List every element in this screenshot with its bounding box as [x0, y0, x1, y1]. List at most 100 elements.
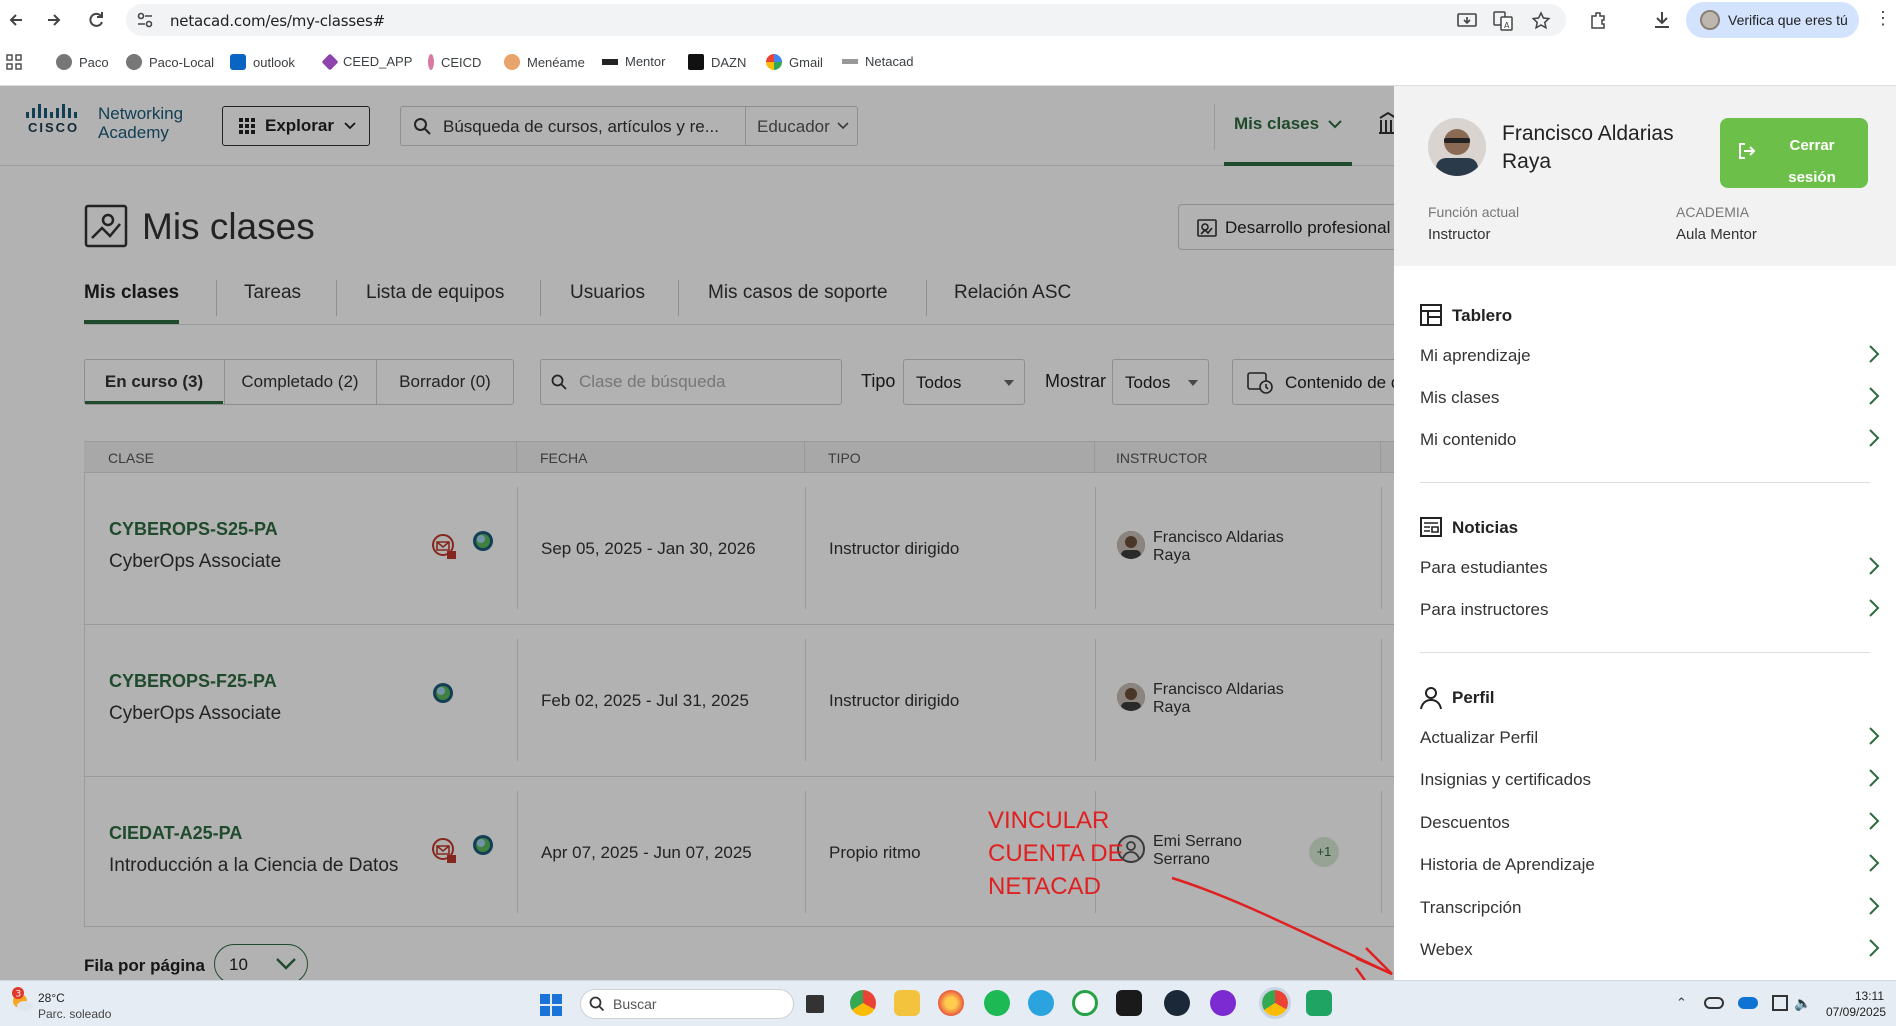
- bookmark-ceicd[interactable]: CEICD: [428, 54, 481, 70]
- steam-icon[interactable]: [1164, 990, 1190, 1016]
- chevron-right-icon: [1868, 768, 1880, 792]
- clock[interactable]: 13:11 07/09/2025: [1826, 988, 1886, 1020]
- bookmark-netacad[interactable]: Netacad: [842, 54, 913, 69]
- whatsapp-icon[interactable]: [1072, 990, 1098, 1016]
- reload-icon[interactable]: [82, 6, 110, 34]
- outlook-icon: [230, 54, 246, 70]
- onedrive-icon[interactable]: [1704, 997, 1724, 1009]
- red-annotation-text: VINCULAR CUENTA DE NETACAD: [988, 807, 1124, 900]
- windows-taskbar: 3 28°C Parc. soleado Buscar ⌃ 🔈 13:11 07/…: [0, 980, 1896, 1026]
- user-drawer: Francisco Aldarias Raya Cerrar sesión Fu…: [1394, 86, 1896, 980]
- chrome-active-icon[interactable]: [1259, 987, 1291, 1019]
- bookmarks-bar: Paco Paco-Local outlook CEED_APP CEICD M…: [0, 40, 1896, 86]
- nvidia-icon[interactable]: [1116, 990, 1142, 1016]
- profile-avatar-icon: [1700, 10, 1720, 30]
- dashboard-icon: [1420, 304, 1442, 330]
- bookmark-meneame[interactable]: Menéame: [504, 54, 585, 70]
- bookmark-paco-local[interactable]: Paco-Local: [126, 54, 214, 70]
- install-app-icon[interactable]: [1456, 10, 1478, 32]
- apps-grid-icon[interactable]: [6, 54, 22, 70]
- google-icon: [766, 54, 782, 70]
- menu-item-for-students[interactable]: Para estudiantes: [1420, 554, 1880, 584]
- profile-verify-chip[interactable]: Verifica que eres tú: [1686, 2, 1859, 38]
- bookmark-mentor[interactable]: Mentor: [602, 54, 665, 69]
- chevron-right-icon: [1868, 853, 1880, 877]
- menu-item-label: Mi aprendizaje: [1420, 346, 1531, 365]
- windows-start-icon[interactable]: [540, 994, 562, 1020]
- taskbar-search[interactable]: Buscar: [580, 989, 794, 1019]
- url-text[interactable]: netacad.com/es/my-classes#: [170, 12, 385, 30]
- bookmark-label: Menéame: [527, 54, 585, 70]
- chevron-right-icon: [1868, 896, 1880, 920]
- extensions-icon[interactable]: [1584, 6, 1612, 34]
- chevron-right-icon: [1868, 598, 1880, 622]
- weather-temperature: 28°C: [38, 991, 65, 1005]
- academy-label: ACADEMIA: [1676, 204, 1750, 220]
- globe-icon: [56, 54, 72, 70]
- chevron-right-icon: [1868, 556, 1880, 580]
- onedrive-business-icon[interactable]: [1738, 997, 1758, 1009]
- menu-item-label: Mi contenido: [1420, 430, 1517, 449]
- menu-item-my-content[interactable]: Mi contenido: [1420, 426, 1880, 456]
- bookmark-ceed-app[interactable]: CEED_APP: [321, 53, 413, 70]
- menu-item-update-profile[interactable]: Actualizar Perfil: [1420, 724, 1880, 754]
- svg-text:A: A: [1504, 21, 1510, 30]
- current-role-value: Instructor: [1428, 226, 1491, 243]
- bookmark-label: outlook: [253, 54, 295, 70]
- address-bar[interactable]: netacad.com/es/my-classes# A: [126, 4, 1566, 36]
- chevron-right-icon: [1868, 726, 1880, 750]
- bookmark-label: Netacad: [865, 54, 914, 69]
- downloads-icon[interactable]: [1648, 6, 1676, 34]
- bookmark-label: CEED_APP: [343, 54, 413, 69]
- sheets-icon[interactable]: [1306, 990, 1332, 1016]
- menu-item-my-classes[interactable]: Mis clases: [1420, 384, 1880, 414]
- display-icon[interactable]: [1772, 995, 1788, 1011]
- more-menu-icon[interactable]: ⋮: [1874, 8, 1892, 29]
- tray-expand-icon[interactable]: ⌃: [1676, 995, 1687, 1011]
- menu-item-label: Historia de Aprendizaje: [1420, 855, 1595, 874]
- menu-item-transcript[interactable]: Transcripción: [1420, 894, 1880, 924]
- github-desktop-icon[interactable]: [1210, 990, 1236, 1016]
- verify-label: Verifica que eres tú: [1728, 12, 1848, 28]
- page-content: CISCO Networking Academy Explorar Búsqued…: [0, 86, 1896, 980]
- site-info-icon[interactable]: [136, 11, 154, 33]
- section-title-news: Noticias: [1452, 518, 1519, 537]
- section-title-dashboard: Tablero: [1452, 306, 1513, 325]
- menu-item-webex[interactable]: Webex: [1420, 936, 1880, 966]
- file-explorer-icon[interactable]: [894, 990, 920, 1016]
- drawer-header: Francisco Aldarias Raya Cerrar sesión Fu…: [1394, 86, 1896, 266]
- menu-item-badges-certificates[interactable]: Insignias y certificados: [1420, 766, 1880, 796]
- spotify-icon[interactable]: [984, 990, 1010, 1016]
- task-view-icon[interactable]: [806, 995, 824, 1013]
- bookmark-star-icon[interactable]: [1530, 10, 1552, 32]
- bookmark-label: DAZN: [711, 54, 747, 70]
- chevron-right-icon: [1868, 428, 1880, 452]
- bookmark-gmail[interactable]: Gmail: [766, 54, 823, 70]
- menu-item-label: Webex: [1420, 940, 1473, 959]
- telegram-icon[interactable]: [1028, 990, 1054, 1016]
- forward-icon[interactable]: [40, 6, 68, 34]
- chrome-icon[interactable]: [850, 990, 876, 1016]
- menu-item-learning-history[interactable]: Historia de Aprendizaje: [1420, 851, 1880, 881]
- chevron-right-icon: [1868, 386, 1880, 410]
- browser-toolbar: netacad.com/es/my-classes# A Verifica qu…: [0, 0, 1896, 40]
- logout-button[interactable]: Cerrar sesión: [1720, 118, 1868, 188]
- section-title-profile: Perfil: [1452, 688, 1495, 707]
- bookmark-paco[interactable]: Paco: [56, 54, 109, 70]
- weather-widget[interactable]: 3: [8, 987, 36, 1019]
- menu-item-my-learning[interactable]: Mi aprendizaje: [1420, 342, 1880, 372]
- firefox-icon[interactable]: [938, 990, 964, 1016]
- menu-item-discounts[interactable]: Descuentos: [1420, 809, 1880, 839]
- back-icon[interactable]: [2, 6, 30, 34]
- bookmark-label: Paco: [79, 54, 109, 70]
- menu-item-for-instructors[interactable]: Para instructores: [1420, 596, 1880, 626]
- current-role-label: Función actual: [1428, 204, 1520, 220]
- profile-icon: [1420, 686, 1442, 714]
- bookmark-dazn[interactable]: DAZN: [688, 54, 746, 70]
- meneame-icon: [504, 54, 520, 70]
- bookmark-outlook[interactable]: outlook: [230, 54, 295, 70]
- modal-backdrop[interactable]: [0, 86, 1394, 980]
- translate-icon[interactable]: A: [1492, 10, 1514, 32]
- bookmark-label: Mentor: [625, 54, 666, 69]
- volume-icon[interactable]: 🔈: [1794, 995, 1811, 1012]
